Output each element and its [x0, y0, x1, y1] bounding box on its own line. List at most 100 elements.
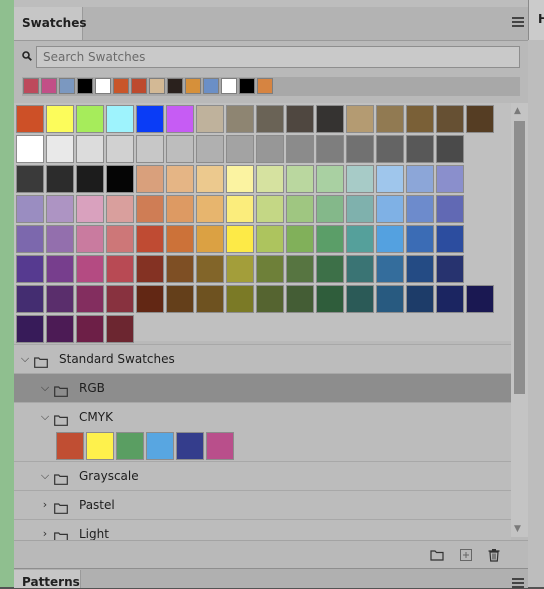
recent-swatch[interactable] — [77, 78, 93, 94]
color-swatch[interactable] — [406, 195, 434, 223]
swatch-group-row[interactable]: › Pastel — [14, 490, 511, 519]
scroll-down-arrow-icon[interactable]: ▼ — [514, 524, 521, 534]
color-swatch[interactable] — [376, 285, 404, 313]
color-swatch[interactable] — [286, 105, 314, 133]
color-swatch[interactable] — [346, 195, 374, 223]
swatch-group-row[interactable]: ⌵ RGB — [14, 373, 511, 402]
color-swatch[interactable] — [136, 135, 164, 163]
color-swatch[interactable] — [436, 165, 464, 193]
color-swatch[interactable] — [256, 255, 284, 283]
color-swatch[interactable] — [136, 285, 164, 313]
color-swatch[interactable] — [226, 135, 254, 163]
color-swatch[interactable] — [286, 255, 314, 283]
color-swatch[interactable] — [376, 225, 404, 253]
color-swatch[interactable] — [136, 195, 164, 223]
color-swatch[interactable] — [226, 165, 254, 193]
cmyk-swatch[interactable] — [116, 432, 144, 460]
color-swatch[interactable] — [256, 195, 284, 223]
color-swatch[interactable] — [16, 285, 44, 313]
color-swatch[interactable] — [346, 135, 374, 163]
color-swatch[interactable] — [46, 195, 74, 223]
color-swatch[interactable] — [106, 285, 134, 313]
color-swatch[interactable] — [76, 195, 104, 223]
color-swatch[interactable] — [226, 105, 254, 133]
color-swatch[interactable] — [226, 285, 254, 313]
add-swatch-icon[interactable] — [459, 548, 473, 562]
cmyk-swatch[interactable] — [176, 432, 204, 460]
color-swatch[interactable] — [436, 195, 464, 223]
recent-swatch[interactable] — [203, 78, 219, 94]
color-swatch[interactable] — [376, 255, 404, 283]
color-swatch[interactable] — [376, 105, 404, 133]
color-swatch[interactable] — [256, 285, 284, 313]
color-swatch[interactable] — [346, 105, 374, 133]
color-swatch[interactable] — [346, 285, 374, 313]
scroll-up-arrow-icon[interactable]: ▲ — [514, 106, 521, 116]
color-swatch[interactable] — [286, 165, 314, 193]
color-swatch[interactable] — [376, 135, 404, 163]
color-swatch[interactable] — [16, 315, 44, 343]
color-swatch[interactable] — [466, 105, 494, 133]
color-swatch[interactable] — [226, 225, 254, 253]
chevron-down-icon[interactable]: ⌵ — [39, 410, 51, 424]
color-swatch[interactable] — [436, 255, 464, 283]
color-swatch[interactable] — [16, 165, 44, 193]
recent-swatch[interactable] — [23, 78, 39, 94]
color-swatch[interactable] — [406, 225, 434, 253]
color-swatch[interactable] — [286, 135, 314, 163]
trash-icon[interactable] — [487, 548, 501, 562]
color-swatch[interactable] — [466, 285, 494, 313]
color-swatch[interactable] — [256, 225, 284, 253]
color-swatch[interactable] — [436, 285, 464, 313]
color-swatch[interactable] — [256, 165, 284, 193]
chevron-right-icon[interactable]: › — [39, 527, 51, 540]
chevron-right-icon[interactable]: › — [39, 498, 51, 511]
color-swatch[interactable] — [106, 195, 134, 223]
color-swatch[interactable] — [286, 285, 314, 313]
color-swatch[interactable] — [76, 285, 104, 313]
color-swatch[interactable] — [406, 285, 434, 313]
color-swatch[interactable] — [166, 165, 194, 193]
color-swatch[interactable] — [46, 135, 74, 163]
color-swatch[interactable] — [166, 225, 194, 253]
adjacent-panel-tab[interactable]: H — [528, 0, 544, 40]
color-swatch[interactable] — [16, 135, 44, 163]
color-swatch[interactable] — [196, 225, 224, 253]
color-swatch[interactable] — [136, 255, 164, 283]
color-swatch[interactable] — [196, 105, 224, 133]
color-swatch[interactable] — [16, 255, 44, 283]
color-swatch[interactable] — [136, 225, 164, 253]
color-swatch[interactable] — [136, 105, 164, 133]
panel-menu-icon[interactable] — [512, 17, 524, 27]
cmyk-swatch[interactable] — [206, 432, 234, 460]
color-swatch[interactable] — [226, 195, 254, 223]
color-swatch[interactable] — [166, 255, 194, 283]
color-swatch[interactable] — [76, 135, 104, 163]
color-swatch[interactable] — [16, 225, 44, 253]
color-swatch[interactable] — [346, 225, 374, 253]
color-swatch[interactable] — [316, 105, 344, 133]
color-swatch[interactable] — [196, 285, 224, 313]
color-swatch[interactable] — [436, 105, 464, 133]
color-swatch[interactable] — [346, 255, 374, 283]
color-swatch[interactable] — [46, 225, 74, 253]
recent-swatch[interactable] — [185, 78, 201, 94]
color-swatch[interactable] — [106, 105, 134, 133]
color-swatch[interactable] — [76, 165, 104, 193]
color-swatch[interactable] — [106, 315, 134, 343]
color-swatch[interactable] — [406, 165, 434, 193]
color-swatch[interactable] — [286, 225, 314, 253]
color-swatch[interactable] — [406, 105, 434, 133]
color-swatch[interactable] — [106, 255, 134, 283]
color-swatch[interactable] — [166, 135, 194, 163]
color-swatch[interactable] — [76, 255, 104, 283]
color-swatch[interactable] — [46, 165, 74, 193]
new-group-folder-icon[interactable] — [430, 548, 444, 562]
color-swatch[interactable] — [16, 105, 44, 133]
scrollbar-thumb[interactable] — [514, 121, 525, 394]
swatch-group-row[interactable]: ⌵ Grayscale — [14, 461, 511, 490]
color-swatch[interactable] — [196, 135, 224, 163]
scrollbar[interactable]: ▲ ▼ — [511, 103, 528, 537]
color-swatch[interactable] — [406, 255, 434, 283]
color-swatch[interactable] — [106, 135, 134, 163]
